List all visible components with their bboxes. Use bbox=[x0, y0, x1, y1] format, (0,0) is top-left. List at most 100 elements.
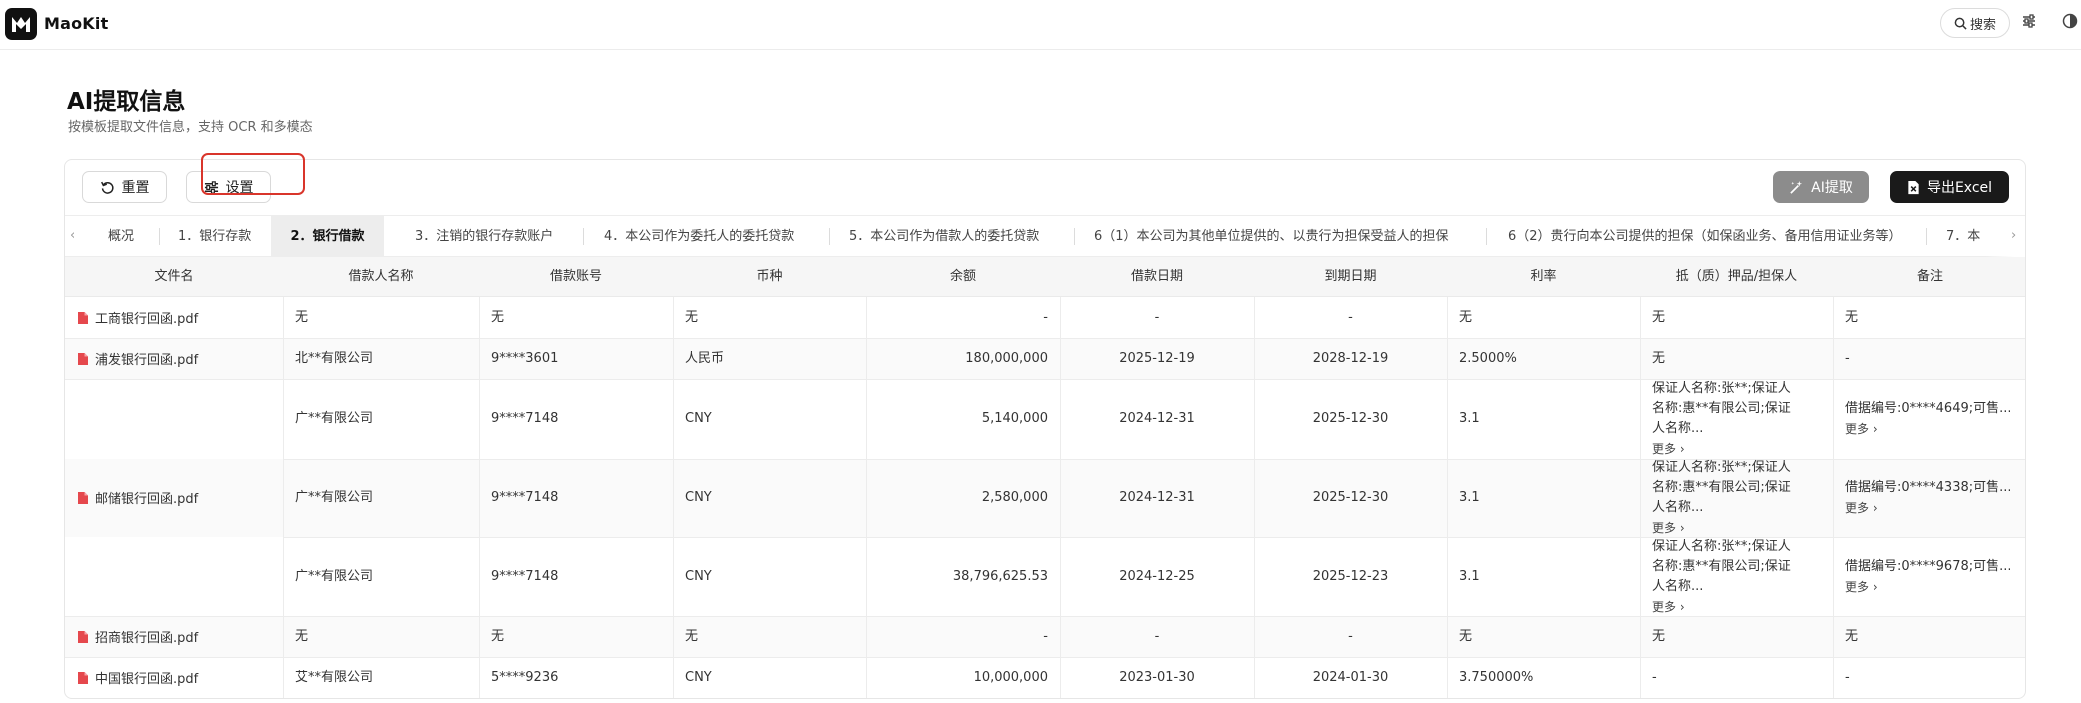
cell-borrower: 北**有限公司 bbox=[295, 351, 374, 366]
more-link[interactable]: 更多 › bbox=[1652, 439, 1821, 459]
file-name-cell[interactable]: 浦发银行回函.pdf bbox=[77, 338, 198, 379]
file-name-cell[interactable]: 工商银行回函.pdf bbox=[77, 297, 198, 338]
settings-sliders-icon[interactable] bbox=[2021, 13, 2037, 29]
tabs-scroll-right-icon[interactable]: › bbox=[2011, 228, 2016, 243]
more-link[interactable]: 更多 › bbox=[1845, 498, 2015, 518]
more-link[interactable]: 更多 › bbox=[1652, 597, 1821, 617]
cell-loan-date: 2024-12-25 bbox=[1119, 569, 1195, 584]
col-header-rate[interactable]: 利率 bbox=[1447, 257, 1640, 297]
ai-extract-button[interactable]: AI提取 bbox=[1773, 171, 1869, 203]
column-divider bbox=[673, 297, 674, 698]
cell-borrower: 无 bbox=[295, 310, 309, 325]
cell-due-date: - bbox=[1348, 310, 1353, 325]
cell-account: 5****9236 bbox=[491, 670, 559, 685]
theme-toggle-icon[interactable] bbox=[2062, 13, 2078, 29]
file-name-cell[interactable]: 邮储银行回函.pdf bbox=[77, 379, 198, 616]
pdf-file-icon bbox=[78, 491, 88, 504]
cell-remark: - bbox=[1845, 670, 1850, 685]
tab-divider bbox=[829, 228, 830, 245]
cell-balance: 5,140,000 bbox=[981, 411, 1048, 426]
cell-collateral: 保证人名称:张**;保证人名称:惠**有限公司;保证人名称... 更多 › bbox=[1652, 459, 1821, 537]
tab-guarantees-received[interactable]: 6（2）贵行向本公司提供的担保（如保函业务、备用信用证业务等） bbox=[1508, 216, 1902, 257]
tab-bank-loans[interactable]: 2．银行借款 bbox=[271, 216, 384, 257]
cell-currency: CNY bbox=[685, 490, 712, 505]
file-name-cell[interactable]: 招商银行回函.pdf bbox=[77, 616, 198, 657]
pdf-file-icon bbox=[78, 630, 88, 643]
cell-account: 无 bbox=[491, 629, 505, 644]
page-subtitle: 按模板提取文件信息，支持 OCR 和多模态 bbox=[68, 120, 313, 135]
cell-balance: 38,796,625.53 bbox=[952, 569, 1048, 584]
reset-icon bbox=[100, 181, 114, 194]
cell-due-date: 2025-12-23 bbox=[1312, 569, 1389, 584]
tab-closed-accounts[interactable]: 3．注销的银行存款账户 bbox=[415, 216, 553, 257]
cell-borrower: 无 bbox=[295, 629, 309, 644]
cell-collateral-text: 保证人名称:张**;保证人名称:惠**有限公司;保证人名称... bbox=[1652, 538, 1791, 594]
tab-entrusted-loans-as-principal[interactable]: 4．本公司作为委托人的委托贷款 bbox=[604, 216, 794, 257]
tab-overview[interactable]: 概况 bbox=[108, 216, 134, 257]
cell-collateral: 无 bbox=[1652, 310, 1666, 325]
file-name: 浦发银行回函.pdf bbox=[95, 353, 199, 368]
tab-next-truncated[interactable]: 7．本 bbox=[1946, 216, 1980, 257]
tab-guarantees-provided[interactable]: 6（1）本公司为其他单位提供的、以贵行为担保受益人的担保 bbox=[1094, 216, 1449, 257]
col-header-borrower[interactable]: 借款人名称 bbox=[283, 257, 479, 297]
cell-currency: 人民币 bbox=[685, 351, 725, 366]
cell-balance: 180,000,000 bbox=[965, 351, 1048, 366]
file-name-cell[interactable]: 中国银行回函.pdf bbox=[77, 657, 198, 698]
cell-loan-date: 2025-12-19 bbox=[1119, 351, 1195, 366]
column-divider bbox=[1833, 297, 1834, 698]
sheet-tabs: ‹ 概况 1．银行存款 2．银行借款 3．注销的银行存款账户 4．本公司作为委托… bbox=[65, 215, 2025, 257]
cell-collateral-text: 保证人名称:张**;保证人名称:惠**有限公司;保证人名称... bbox=[1652, 460, 1791, 515]
cell-rate: 3.750000% bbox=[1459, 670, 1534, 685]
row-divider bbox=[65, 698, 2026, 699]
cell-loan-date: 2024-12-31 bbox=[1119, 490, 1195, 505]
cell-loan-date: - bbox=[1154, 310, 1160, 325]
more-link[interactable]: 更多 › bbox=[1845, 577, 2015, 597]
tabs-scroll-left-icon[interactable]: ‹ bbox=[70, 228, 75, 243]
reset-button[interactable]: 重置 bbox=[82, 171, 167, 203]
cell-remark: 借据编号:0****9678;可售... 更多 › bbox=[1845, 537, 2015, 616]
col-header-collateral[interactable]: 抵（质）押品/担保人 bbox=[1640, 257, 1833, 297]
cell-rate: 3.1 bbox=[1459, 411, 1480, 426]
cell-collateral: 保证人名称:张**;保证人名称:惠**有限公司;保证人名称... 更多 › bbox=[1652, 537, 1821, 616]
cell-due-date: 2025-12-30 bbox=[1312, 490, 1389, 505]
cell-currency: 无 bbox=[685, 629, 699, 644]
search-icon bbox=[1954, 17, 1967, 30]
column-divider bbox=[283, 297, 284, 698]
export-label: 导出Excel bbox=[1926, 180, 1993, 196]
cell-remark: 无 bbox=[1845, 310, 1859, 325]
search-button[interactable]: 搜索 bbox=[1940, 8, 2010, 38]
col-header-balance[interactable]: 余额 bbox=[866, 257, 1060, 297]
app-logo[interactable] bbox=[5, 8, 37, 40]
cell-balance: - bbox=[1043, 629, 1048, 644]
cell-currency: CNY bbox=[685, 411, 712, 426]
col-header-account[interactable]: 借款账号 bbox=[479, 257, 673, 297]
cell-borrower: 广**有限公司 bbox=[295, 569, 374, 584]
cell-balance: 2,580,000 bbox=[981, 490, 1048, 505]
cell-remark: - bbox=[1845, 351, 1850, 366]
cell-due-date: - bbox=[1348, 629, 1353, 644]
cell-account: 9****7148 bbox=[491, 490, 559, 505]
tab-entrusted-loans-as-borrower[interactable]: 5．本公司作为借款人的委托贷款 bbox=[849, 216, 1039, 257]
cell-currency: 无 bbox=[685, 310, 699, 325]
logo-icon bbox=[12, 17, 30, 32]
cell-rate: 无 bbox=[1459, 310, 1473, 325]
export-excel-button[interactable]: 导出Excel bbox=[1890, 171, 2009, 203]
brand-name: MaoKit bbox=[44, 14, 109, 33]
col-header-remark[interactable]: 备注 bbox=[1833, 257, 2025, 297]
pdf-file-icon bbox=[78, 352, 88, 365]
cell-account: 9****7148 bbox=[491, 569, 559, 584]
cell-loan-date: 2024-12-31 bbox=[1119, 411, 1195, 426]
more-link[interactable]: 更多 › bbox=[1652, 518, 1821, 538]
col-header-filename[interactable]: 文件名 bbox=[65, 257, 283, 297]
cell-rate: 无 bbox=[1459, 629, 1473, 644]
cell-collateral: - bbox=[1652, 670, 1657, 685]
cell-remark-text: 借据编号:0****9678;可售... bbox=[1845, 558, 2010, 574]
reset-label: 重置 bbox=[121, 180, 150, 196]
col-header-currency[interactable]: 币种 bbox=[673, 257, 866, 297]
cell-rate: 3.1 bbox=[1459, 569, 1480, 584]
col-header-due-date[interactable]: 到期日期 bbox=[1254, 257, 1447, 297]
tab-bank-deposits[interactable]: 1．银行存款 bbox=[178, 216, 251, 257]
more-link[interactable]: 更多 › bbox=[1845, 419, 2015, 439]
col-header-loan-date[interactable]: 借款日期 bbox=[1060, 257, 1254, 297]
cell-account: 9****7148 bbox=[491, 411, 559, 426]
